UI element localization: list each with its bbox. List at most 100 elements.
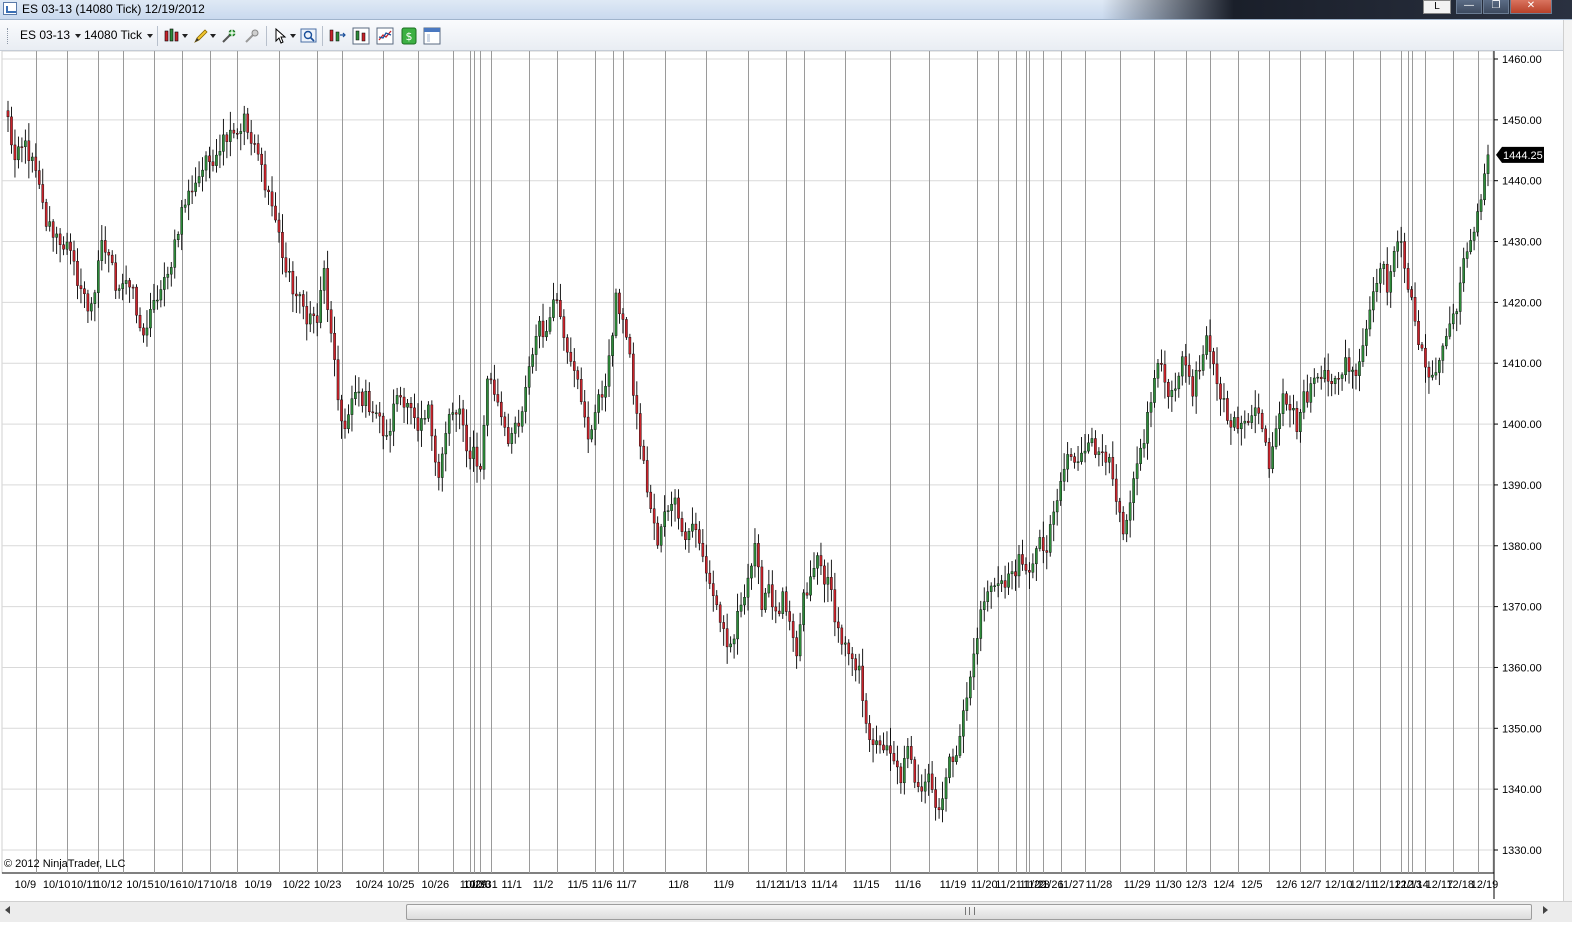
data-series-icon[interactable] <box>352 27 370 45</box>
candle-body <box>291 271 295 295</box>
candle-body <box>1233 417 1236 428</box>
candle-body <box>176 234 180 241</box>
interval-label: 14080 Tick <box>84 28 143 42</box>
chart-panel[interactable]: 1460.00 1450.00 1440.00 1430.00 1420.00 1410.… <box>0 51 1572 901</box>
candle-body <box>388 431 392 436</box>
candle-body <box>197 176 201 184</box>
candle-body <box>121 283 124 289</box>
price-tick-label: 1400.00 <box>1502 419 1542 431</box>
candle-body <box>645 460 649 493</box>
candle-body <box>590 429 593 440</box>
candle-body <box>204 155 208 171</box>
candle-body <box>55 233 58 238</box>
price-tick-label: 1370.00 <box>1502 602 1542 614</box>
candle-body <box>739 604 743 612</box>
candle-body <box>173 239 177 268</box>
indicators-icon[interactable] <box>376 27 394 45</box>
candle-body <box>93 292 97 304</box>
candle-body <box>524 387 527 412</box>
candle-body <box>1097 451 1101 455</box>
candle-body <box>17 146 20 161</box>
close-button[interactable]: ✕ <box>1510 0 1552 14</box>
candle-body <box>1118 501 1122 513</box>
bar-spacing-icon[interactable] <box>328 27 346 45</box>
date-tick-label: 11/29 <box>1124 879 1151 891</box>
candle-body <box>31 156 34 161</box>
interval-selector[interactable]: 14080 Tick <box>84 28 154 42</box>
strategies-icon[interactable]: $ <box>400 27 418 45</box>
candle-body <box>527 366 531 388</box>
horizontal-scrollbar[interactable] <box>0 901 1572 922</box>
candle-body <box>1375 283 1379 292</box>
candle-body <box>743 597 746 606</box>
scroll-right-icon[interactable] <box>1543 906 1548 914</box>
candle-body <box>1451 313 1455 325</box>
candle-body <box>937 807 941 811</box>
candle-body <box>114 262 117 291</box>
chevron-down-icon[interactable] <box>182 34 188 38</box>
candle-body <box>871 739 875 745</box>
candle-body <box>24 140 27 147</box>
candle-body <box>1389 271 1393 293</box>
minimize-button[interactable]: — <box>1456 0 1482 14</box>
zoom-icon[interactable] <box>300 27 318 45</box>
date-tick-label: 12/3 <box>1185 879 1206 891</box>
candle-body <box>882 744 885 751</box>
properties-icon[interactable] <box>423 27 441 45</box>
maximize-button[interactable]: ❐ <box>1483 0 1509 14</box>
date-tick-label: 10/17 <box>182 879 210 891</box>
chevron-down-icon[interactable] <box>290 34 296 38</box>
date-tick-label: 11/21 <box>995 879 1022 891</box>
candle-body <box>270 191 274 207</box>
price-tick-label: 1420.00 <box>1502 297 1542 309</box>
attach-order-icon[interactable] <box>220 27 238 45</box>
candle-body <box>791 621 795 638</box>
drawing-tools-icon[interactable] <box>192 27 210 45</box>
candle-body <box>374 412 378 415</box>
candle-body <box>416 417 420 431</box>
candle-body <box>767 584 771 594</box>
candle-body <box>142 327 145 336</box>
candle-body <box>1128 502 1132 521</box>
candle-body <box>503 416 507 428</box>
restore-letter-box[interactable]: L <box>1423 0 1451 14</box>
candle-body <box>663 511 666 527</box>
date-tick-label: 10/12 <box>95 879 123 891</box>
candle-body <box>1229 420 1233 428</box>
candle-body <box>124 280 128 284</box>
date-tick-label: 11/5 <box>567 879 588 891</box>
candle-body <box>833 589 837 623</box>
candle-body <box>319 290 322 323</box>
candle-body <box>680 518 684 532</box>
candle-body <box>830 577 833 590</box>
candle-body <box>1021 554 1024 565</box>
candle-body <box>62 244 65 250</box>
candle-body <box>1410 289 1413 298</box>
price-chart[interactable]: 1460.00 1450.00 1440.00 1430.00 1420.00 1410.… <box>0 51 1572 901</box>
candle-body <box>538 320 541 337</box>
candle-body <box>1042 537 1045 551</box>
candle-body <box>83 288 86 295</box>
candle-body <box>281 232 284 258</box>
candle-body <box>597 394 600 413</box>
chevron-down-icon[interactable] <box>210 34 216 38</box>
candle-body <box>677 497 680 519</box>
candle-body <box>916 782 920 787</box>
candle-body <box>472 446 475 459</box>
candle-body <box>1184 356 1188 366</box>
candle-body <box>1250 415 1254 423</box>
date-tick-label: 10/25 <box>387 879 415 891</box>
remove-drawing-icon[interactable] <box>243 27 261 45</box>
candle-body <box>1174 388 1177 391</box>
scroll-left-icon[interactable] <box>5 906 10 914</box>
cursor-icon[interactable] <box>272 27 290 45</box>
candle-body <box>760 566 764 610</box>
chart-style-icon[interactable] <box>163 27 181 45</box>
candle-body <box>308 313 312 325</box>
candle-body <box>461 408 465 426</box>
candle-body <box>566 337 569 353</box>
candle-body <box>263 164 267 191</box>
instrument-selector[interactable]: ES 03-13 <box>20 28 82 42</box>
toolbar-grip[interactable] <box>7 28 10 44</box>
toolbar-separator <box>322 26 323 46</box>
